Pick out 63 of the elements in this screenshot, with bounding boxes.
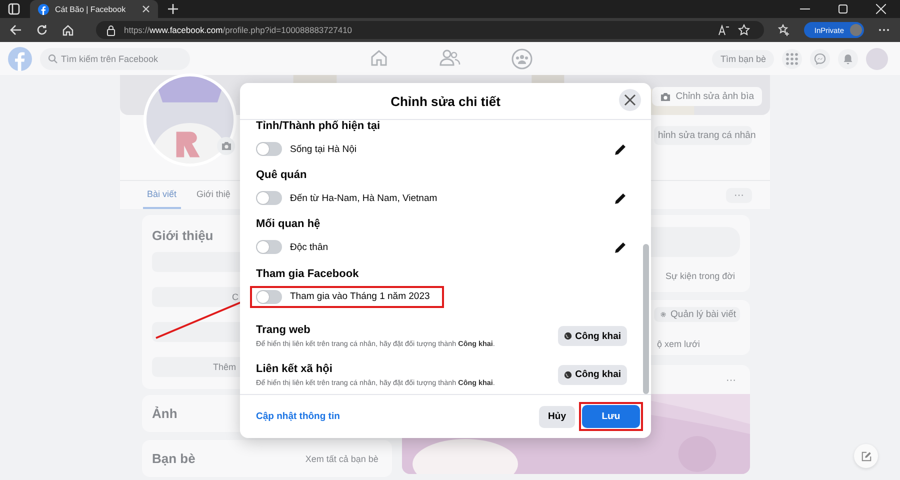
scrollbar-thumb[interactable] bbox=[643, 244, 649, 394]
close-icon bbox=[624, 94, 636, 106]
audience-button[interactable]: Công khai bbox=[558, 364, 627, 385]
maximize-icon[interactable] bbox=[838, 4, 848, 14]
toggle-switch[interactable] bbox=[256, 240, 282, 254]
home-icon[interactable] bbox=[62, 24, 74, 36]
read-aloud-icon[interactable] bbox=[718, 24, 730, 36]
toggle-switch[interactable] bbox=[256, 290, 282, 304]
toggle-switch[interactable] bbox=[256, 142, 282, 156]
back-icon[interactable] bbox=[10, 24, 22, 36]
new-message-button[interactable] bbox=[854, 444, 878, 468]
grid-view-tab[interactable]: ộ xem lưới bbox=[657, 339, 740, 349]
favorites-icon[interactable] bbox=[778, 24, 790, 36]
find-friends-button[interactable]: Tìm bạn bè bbox=[712, 50, 774, 68]
compose-icon bbox=[860, 450, 872, 462]
pencil-icon[interactable] bbox=[614, 142, 627, 156]
edit-cover-button[interactable]: Chỉnh sửa ảnh bìa bbox=[652, 87, 762, 106]
pencil-icon[interactable] bbox=[614, 192, 627, 205]
section-heading: Mối quan hệ bbox=[256, 218, 322, 232]
address-field[interactable]: https://www.facebook.com/profile.php?id=100088883727410 bbox=[96, 21, 764, 39]
lock-icon bbox=[106, 24, 116, 36]
section-heading: Liên kết xã hội bbox=[256, 362, 334, 376]
update-info-link[interactable]: Cập nhật thông tin bbox=[256, 411, 340, 422]
dialog-title: Chỉnh sửa chi tiết bbox=[390, 94, 500, 108]
reload-icon[interactable] bbox=[36, 24, 48, 36]
search-field[interactable]: Tìm kiếm trên Facebook bbox=[40, 48, 190, 70]
audience-button[interactable]: Công khai bbox=[558, 326, 627, 346]
gear-icon bbox=[660, 309, 667, 320]
facebook-icon bbox=[38, 4, 49, 14]
window-icon[interactable] bbox=[8, 3, 20, 15]
toggle-switch[interactable] bbox=[256, 191, 282, 206]
see-all-friends-link[interactable]: Xem tất cả bạn bè bbox=[305, 454, 378, 464]
card-title: Bạn bè bbox=[152, 451, 196, 466]
field-value: Đến từ Ha-Nam, Hà Nam, Vietnam bbox=[290, 192, 438, 204]
field-value: Tham gia vào Tháng 1 năm 2023 bbox=[290, 291, 430, 302]
save-button[interactable]: Lưu bbox=[582, 405, 640, 428]
field-value: Độc thân bbox=[290, 242, 328, 253]
card-title: Giới thiệu bbox=[152, 228, 214, 243]
star-icon[interactable] bbox=[738, 24, 750, 36]
card-title: Ảnh bbox=[152, 406, 178, 421]
section-heading: Trang web bbox=[256, 324, 312, 338]
camera-icon bbox=[660, 92, 671, 102]
more-button[interactable]: ··· bbox=[726, 375, 736, 386]
cancel-button[interactable]: Hủy bbox=[539, 406, 575, 428]
browser-tab[interactable]: Cát Bão | Facebook bbox=[30, 0, 158, 18]
new-tab-icon[interactable] bbox=[168, 4, 178, 14]
life-event-button[interactable]: Sự kiện trong đời bbox=[666, 271, 735, 282]
profile-tab[interactable]: Giới thiệ bbox=[192, 181, 234, 209]
close-icon[interactable] bbox=[876, 4, 886, 14]
more-button[interactable]: ··· bbox=[726, 188, 752, 202]
section-heading: Quê quán bbox=[256, 169, 308, 182]
manage-posts-button[interactable]: Quản lý bài viết bbox=[654, 307, 740, 322]
avatar-icon bbox=[850, 24, 862, 36]
close-icon[interactable] bbox=[142, 5, 150, 13]
tab-title: Cát Bão | Facebook bbox=[55, 4, 127, 14]
section-heading: Tham gia Facebook bbox=[256, 268, 360, 281]
section-heading: Tỉnh/Thành phố hiện tại bbox=[256, 120, 382, 133]
profile-tab[interactable]: Bài viết bbox=[143, 181, 181, 209]
pencil-icon[interactable] bbox=[614, 240, 627, 254]
url-text: https://www.facebook.com/profile.php?id=100088883727410 bbox=[124, 25, 352, 35]
close-button[interactable] bbox=[619, 89, 641, 111]
more-icon[interactable] bbox=[878, 28, 890, 32]
field-value: Sống tại Hà Nội bbox=[290, 144, 357, 154]
